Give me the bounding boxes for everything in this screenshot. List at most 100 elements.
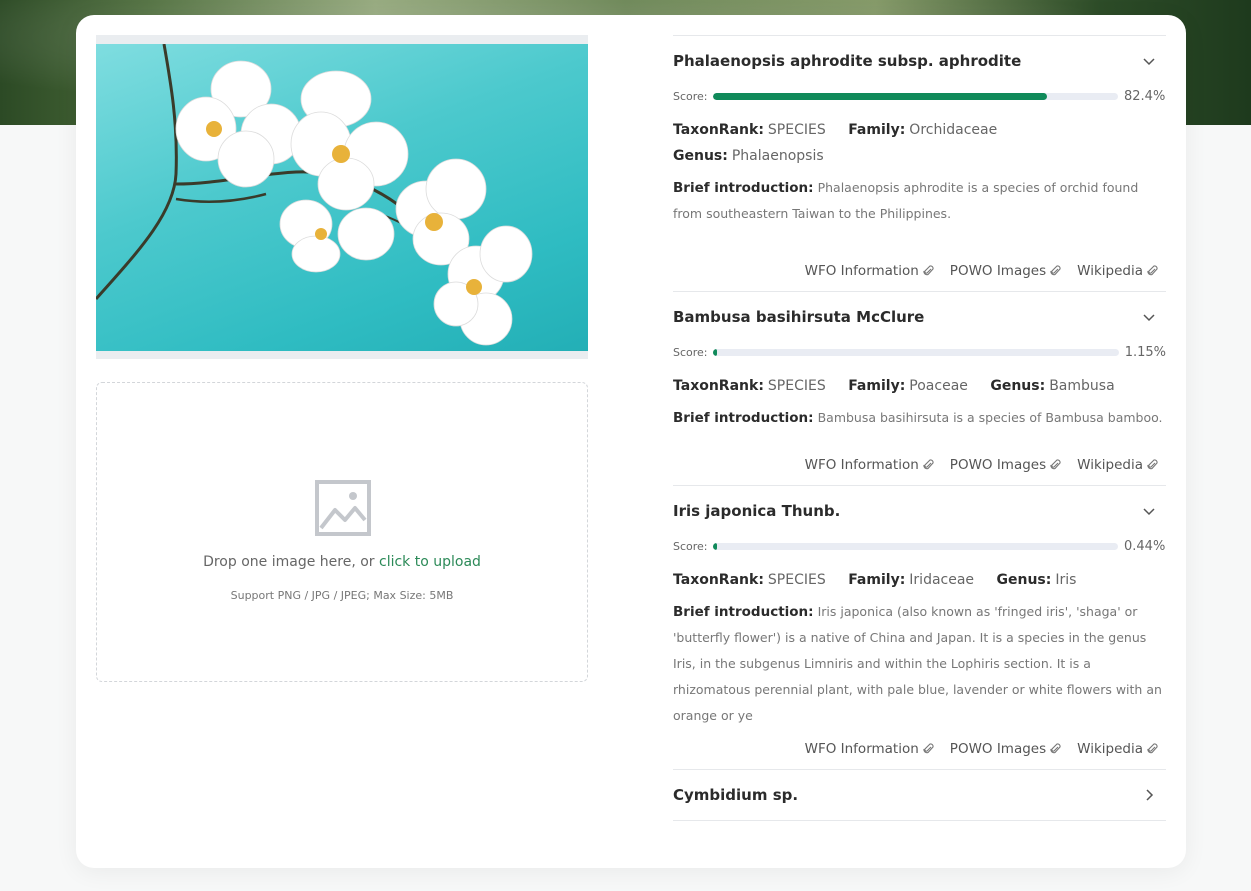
genus-label: Genus: xyxy=(990,378,1046,394)
wfo-information-link[interactable]: WFO Information xyxy=(805,457,934,473)
genus-label: Genus: xyxy=(673,148,728,164)
wfo-information-link[interactable]: WFO Information xyxy=(805,741,934,757)
paperclip-icon xyxy=(923,459,934,470)
family-value: Poaceae xyxy=(909,378,968,394)
powo-images-link[interactable]: POWO Images xyxy=(950,457,1061,473)
powo-label: POWO Images xyxy=(949,457,1047,473)
drop-text: Drop one image here, or xyxy=(203,554,379,570)
paperclip-icon xyxy=(1050,743,1061,754)
taxon-meta: TaxonRank: SPECIES Family: Orchidaceae Gen… xyxy=(673,117,1166,169)
score-label: Score: xyxy=(673,89,708,103)
upload-dropzone[interactable]: Drop one image here, or click to upload … xyxy=(96,382,588,682)
wfo-label: WFO Information xyxy=(804,457,919,473)
image-preview xyxy=(96,35,588,359)
wiki-label: Wikipedia xyxy=(1077,263,1143,279)
brief-introduction: Brief introduction: Bambusa basihirsuta i… xyxy=(673,405,1166,445)
wikipedia-link[interactable]: Wikipedia xyxy=(1077,741,1158,757)
wikipedia-link[interactable]: Wikipedia xyxy=(1077,263,1158,279)
result-name: Bambusa basihirsuta McClure xyxy=(673,308,925,326)
powo-images-link[interactable]: POWO Images xyxy=(950,741,1061,757)
brief-introduction: Brief introduction: Iris japonica (also k… xyxy=(673,599,1166,729)
result-header[interactable]: Bambusa basihirsuta McClure xyxy=(673,292,1166,342)
genus-value: Bambusa xyxy=(1049,378,1115,394)
paperclip-icon xyxy=(1050,459,1061,470)
wfo-label: WFO Information xyxy=(804,741,919,757)
paperclip-icon xyxy=(923,743,934,754)
wfo-information-link[interactable]: WFO Information xyxy=(805,263,934,279)
brief-text: Iris japonica (also known as 'fringed ir… xyxy=(673,604,1162,723)
score-row: Score: 82.4% xyxy=(673,85,1166,107)
brief-text: Bambusa basihirsuta is a species of Bamb… xyxy=(817,410,1163,425)
wiki-label: Wikipedia xyxy=(1077,457,1143,473)
external-links: WFO Information POWO Images Wikipedia xyxy=(673,729,1166,769)
score-bar-fill xyxy=(713,92,1047,100)
score-bar xyxy=(713,542,1118,550)
powo-images-link[interactable]: POWO Images xyxy=(950,263,1061,279)
brief-label: Brief introduction: xyxy=(673,410,814,426)
chevron-down-icon[interactable] xyxy=(1142,54,1156,68)
result-item: Iris japonica Thunb. Score: 0.44% TaxonR… xyxy=(673,485,1166,769)
result-name: Phalaenopsis aphrodite subsp. aphrodite xyxy=(673,52,1022,70)
orchid-illustration xyxy=(96,44,533,346)
image-placeholder-icon xyxy=(315,480,371,536)
click-to-upload-link[interactable]: click to upload xyxy=(379,554,481,570)
result-name: Iris japonica Thunb. xyxy=(673,502,841,520)
divider xyxy=(673,820,1166,821)
genus-value: Iris xyxy=(1055,572,1077,588)
result-name: Cymbidium sp. xyxy=(673,786,799,804)
chevron-right-icon[interactable] xyxy=(1142,788,1156,802)
result-item: Cymbidium sp. xyxy=(673,769,1166,821)
result-header[interactable]: Cymbidium sp. xyxy=(673,770,1166,820)
paperclip-icon xyxy=(1147,743,1158,754)
paperclip-icon xyxy=(1050,265,1061,276)
score-bar-fill xyxy=(712,348,718,356)
score-value: 0.44% xyxy=(1124,538,1166,554)
result-header[interactable]: Phalaenopsis aphrodite subsp. aphrodite xyxy=(673,36,1166,86)
powo-label: POWO Images xyxy=(949,741,1047,757)
result-header[interactable]: Iris japonica Thunb. xyxy=(673,486,1166,536)
identify-card: Drop one image here, or click to upload … xyxy=(76,15,1186,868)
family-label: Family: xyxy=(848,572,906,588)
results-list: Phalaenopsis aphrodite subsp. aphrodite … xyxy=(673,35,1166,821)
paperclip-icon xyxy=(1147,459,1158,470)
score-value: 82.4% xyxy=(1124,88,1166,104)
taxon-rank-label: TaxonRank: xyxy=(673,122,764,138)
taxon-rank-value: SPECIES xyxy=(767,572,826,588)
family-value: Iridaceae xyxy=(909,572,975,588)
genus-value: Phalaenopsis xyxy=(731,148,824,164)
score-label: Score: xyxy=(673,345,708,359)
family-label: Family: xyxy=(848,122,906,138)
brief-label: Brief introduction: xyxy=(673,604,814,620)
score-row: Score: 0.44% xyxy=(673,535,1166,557)
external-links: WFO Information POWO Images Wikipedia xyxy=(673,251,1166,291)
external-links: WFO Information POWO Images Wikipedia xyxy=(673,445,1166,485)
score-label: Score: xyxy=(673,539,708,553)
score-value: 1.15% xyxy=(1124,344,1166,360)
wiki-label: Wikipedia xyxy=(1077,741,1143,757)
score-bar xyxy=(713,92,1118,100)
taxon-rank-value: SPECIES xyxy=(767,122,826,138)
upload-support-text: Support PNG / JPG / JPEG; Max Size: 5MB xyxy=(230,589,454,602)
chevron-down-icon[interactable] xyxy=(1142,504,1156,518)
brief-label: Brief introduction: xyxy=(673,180,814,196)
wfo-label: WFO Information xyxy=(804,263,919,279)
paperclip-icon xyxy=(1147,265,1158,276)
taxon-rank-label: TaxonRank: xyxy=(673,572,764,588)
brief-introduction: Brief introduction: Phalaenopsis aphrodit… xyxy=(673,175,1166,251)
family-value: Orchidaceae xyxy=(909,122,998,138)
score-row: Score: 1.15% xyxy=(673,341,1166,363)
taxon-meta: TaxonRank: SPECIES Family: Iridaceae Genus… xyxy=(673,567,1166,593)
result-item: Phalaenopsis aphrodite subsp. aphrodite … xyxy=(673,35,1166,291)
chevron-down-icon[interactable] xyxy=(1142,310,1156,324)
result-item: Bambusa basihirsuta McClure Score: 1.15%… xyxy=(673,291,1166,485)
powo-label: POWO Images xyxy=(949,263,1047,279)
score-bar xyxy=(712,348,1119,356)
drop-instructions: Drop one image here, or click to upload xyxy=(97,554,587,570)
taxon-rank-value: SPECIES xyxy=(767,378,826,394)
genus-label: Genus: xyxy=(996,572,1052,588)
wikipedia-link[interactable]: Wikipedia xyxy=(1077,457,1158,473)
score-bar-fill xyxy=(713,542,718,550)
taxon-meta: TaxonRank: SPECIES Family: Poaceae Genus: B… xyxy=(673,373,1166,399)
taxon-rank-label: TaxonRank: xyxy=(673,378,764,394)
family-label: Family: xyxy=(848,378,906,394)
